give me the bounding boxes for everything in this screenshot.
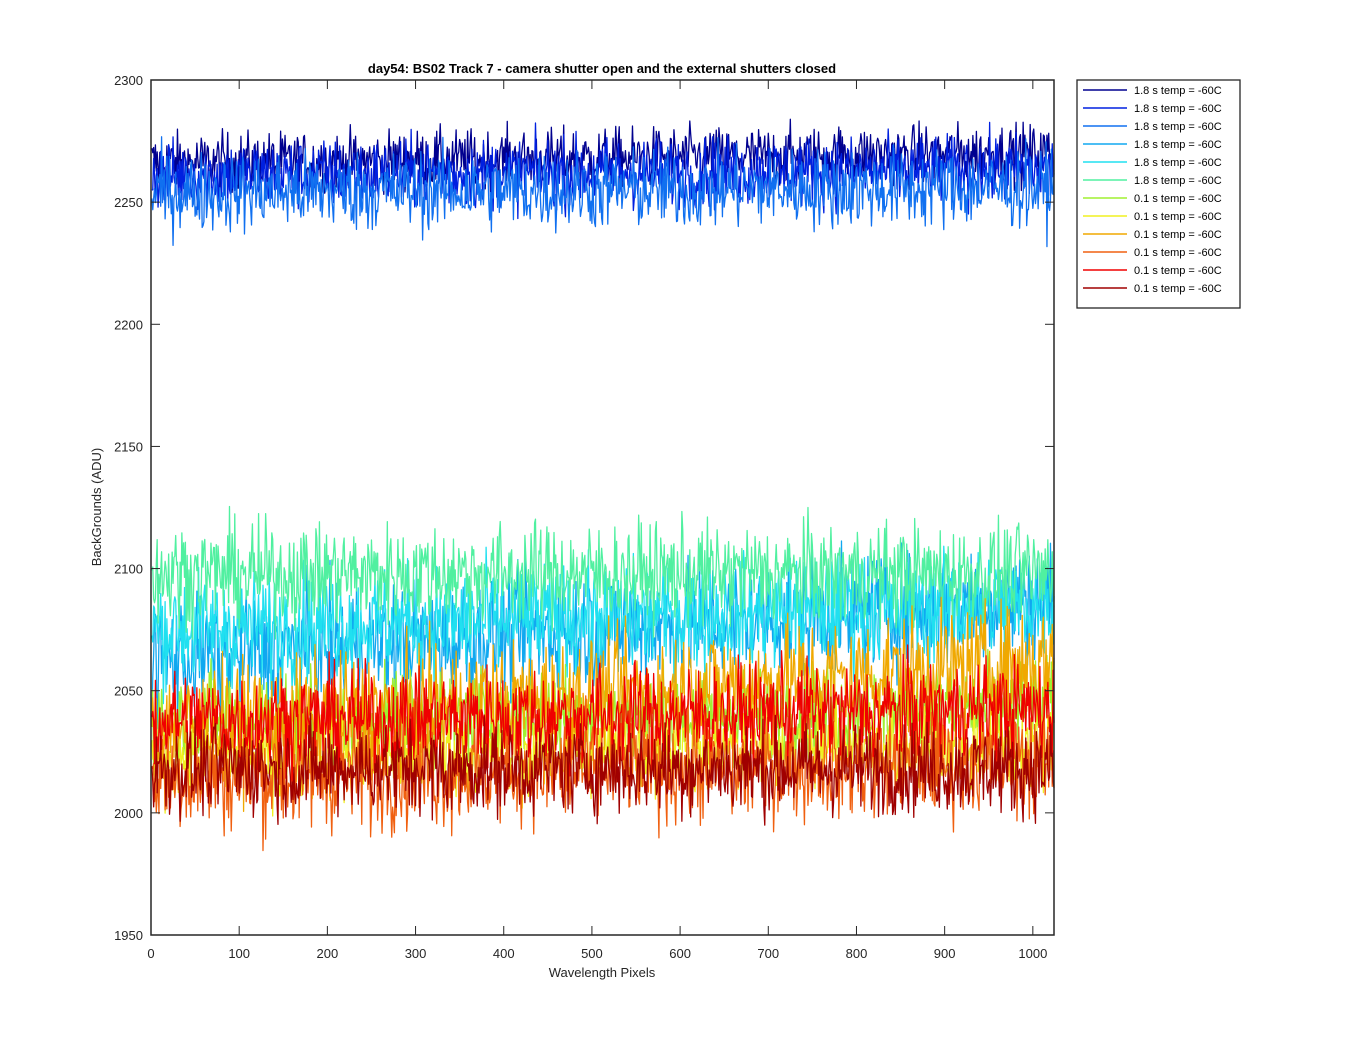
legend-label-3: 1.8 s temp = -60C — [1134, 121, 1222, 133]
y-tick-label: 2200 — [114, 317, 143, 332]
x-tick-label: 600 — [669, 946, 691, 961]
legend-label-7: 0.1 s temp = -60C — [1134, 193, 1222, 205]
y-tick-label: 2250 — [114, 195, 143, 210]
legend-label-4: 1.8 s temp = -60C — [1134, 139, 1222, 151]
x-tick-label: 800 — [846, 946, 868, 961]
y-axis-label: BackGrounds (ADU) — [89, 448, 104, 566]
y-tick-label: 2000 — [114, 806, 143, 821]
legend-label-11: 0.1 s temp = -60C — [1134, 265, 1222, 277]
y-tick-label: 2150 — [114, 439, 143, 454]
x-tick-label: 400 — [493, 946, 515, 961]
legend-label-12: 0.1 s temp = -60C — [1134, 283, 1222, 295]
chart-title: day54: BS02 Track 7 - camera shutter ope… — [368, 61, 836, 76]
x-tick-label: 500 — [581, 946, 603, 961]
x-tick-label: 1000 — [1018, 946, 1047, 961]
y-tick-label: 2050 — [114, 684, 143, 699]
x-tick-label: 700 — [757, 946, 779, 961]
y-tick-label: 2100 — [114, 562, 143, 577]
x-tick-label: 200 — [317, 946, 339, 961]
legend-label-9: 0.1 s temp = -60C — [1134, 229, 1222, 241]
x-tick-label: 100 — [228, 946, 250, 961]
y-tick-label: 1950 — [114, 928, 143, 943]
legend-label-8: 0.1 s temp = -60C — [1134, 211, 1222, 223]
legend: 1.8 s temp = -60C 1.8 s temp = -60C 1.8 s … — [1076, 79, 1241, 309]
x-tick-label: 900 — [934, 946, 956, 961]
x-tick-label: 0 — [147, 946, 154, 961]
legend-label-1: 1.8 s temp = -60C — [1134, 85, 1222, 97]
x-tick-label: 300 — [405, 946, 427, 961]
legend-label-10: 0.1 s temp = -60C — [1134, 247, 1222, 259]
chart: 0 100 200 300 400 500 600 700 800 900 1000 1950 2000… — [0, 0, 1350, 1050]
x-axis-label: Wavelength Pixels — [549, 965, 656, 980]
legend-label-5: 1.8 s temp = -60C — [1134, 157, 1222, 169]
legend-label-2: 1.8 s temp = -60C — [1134, 103, 1222, 115]
legend-label-6: 1.8 s temp = -60C — [1134, 175, 1222, 187]
y-tick-label: 2300 — [114, 73, 143, 88]
